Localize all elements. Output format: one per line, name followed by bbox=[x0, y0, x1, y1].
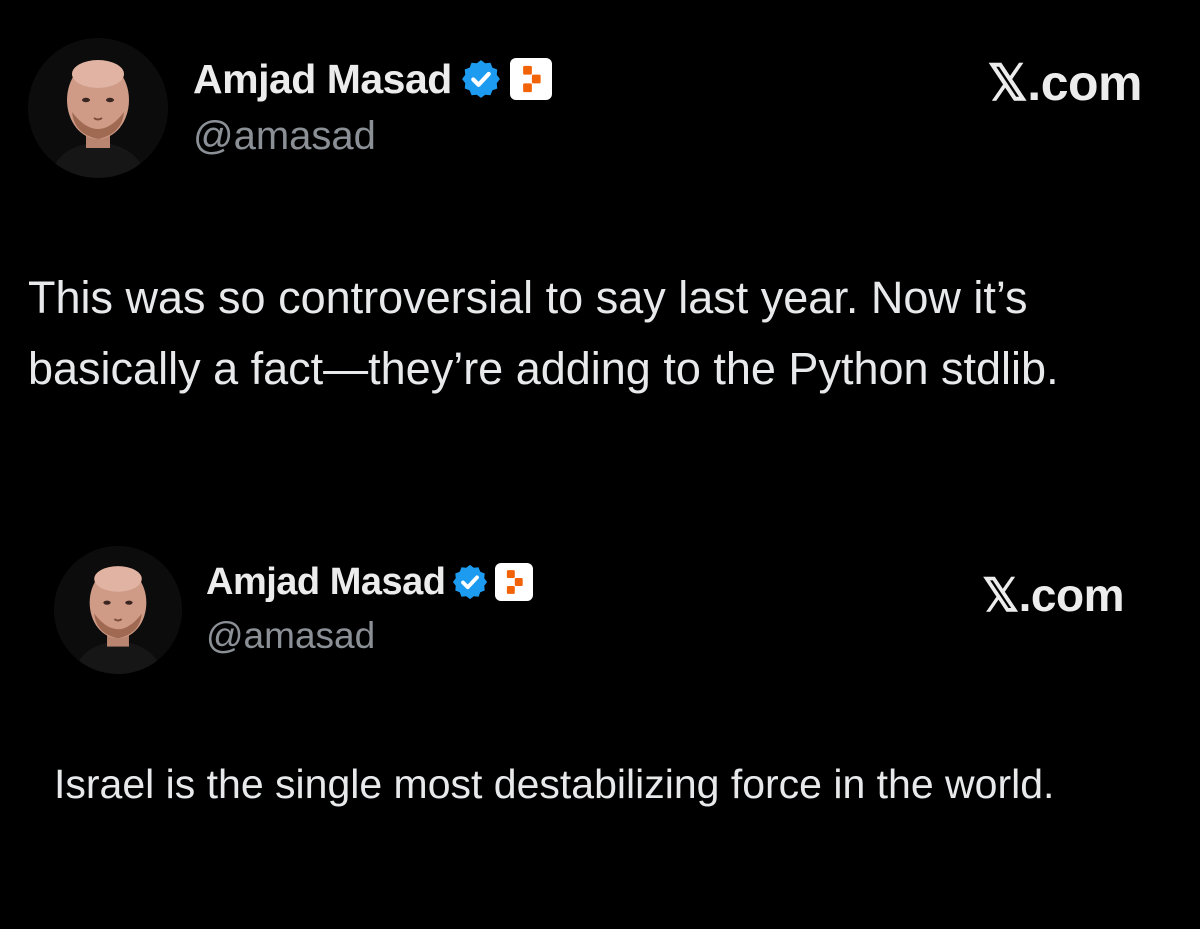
affiliate-badge-icon[interactable] bbox=[495, 563, 534, 601]
author-name-row: Amjad Masad bbox=[193, 52, 552, 106]
replit-logo-icon bbox=[522, 65, 541, 93]
quoted-tweet[interactable]: Amjad Masad @amasad 𝕏.com Israel is the … bbox=[0, 540, 1200, 929]
author-handle[interactable]: @amasad bbox=[206, 615, 375, 657]
avatar-photo bbox=[54, 546, 182, 674]
author-display-name[interactable]: Amjad Masad bbox=[193, 56, 452, 103]
tweet-text: This was so controversial to say last ye… bbox=[28, 272, 1059, 394]
avatar[interactable] bbox=[54, 546, 182, 674]
author-name-row: Amjad Masad bbox=[206, 558, 534, 606]
author-handle[interactable]: @amasad bbox=[193, 114, 376, 159]
x-logo-source: 𝕏.com bbox=[987, 55, 1143, 111]
verified-badge-icon bbox=[451, 563, 489, 601]
replit-logo-icon bbox=[507, 570, 524, 594]
avatar-photo bbox=[28, 38, 168, 178]
x-logo-source: 𝕏.com bbox=[982, 569, 1124, 621]
tweet-text: Israel is the single most destabilizing … bbox=[54, 761, 1055, 807]
verified-badge-icon bbox=[460, 58, 502, 100]
affiliate-badge-icon[interactable] bbox=[509, 58, 552, 100]
avatar[interactable] bbox=[28, 38, 168, 178]
author-display-name[interactable]: Amjad Masad bbox=[206, 561, 446, 604]
main-tweet: Amjad Masad @amasad 𝕏.com This was so co… bbox=[0, 0, 1200, 520]
